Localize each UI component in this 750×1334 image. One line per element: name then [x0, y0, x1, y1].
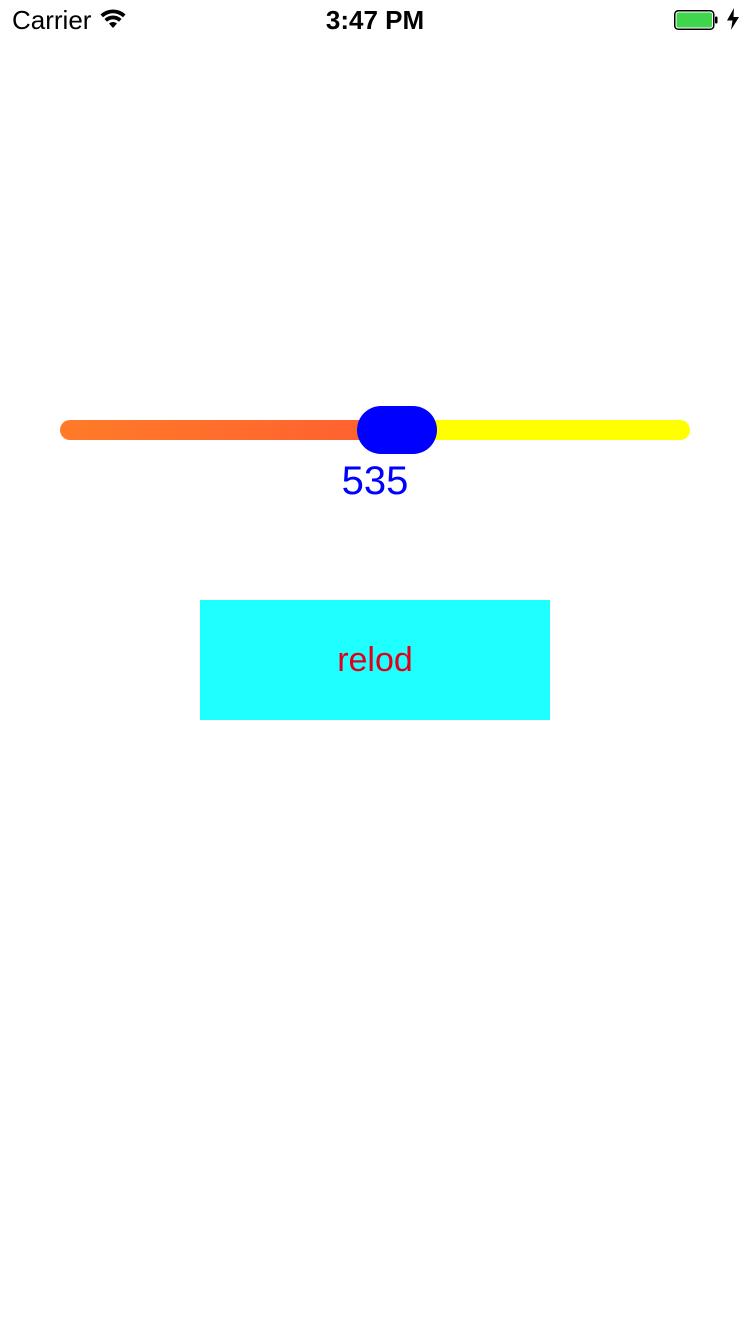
slider-max-track[interactable]	[397, 420, 690, 440]
status-bar: Carrier 3:47 PM	[0, 0, 750, 40]
clock-time: 3:47 PM	[325, 5, 425, 35]
slider-value-label: 535	[341, 459, 409, 503]
reload-button[interactable]: relod	[200, 600, 550, 720]
screen: Carrier 3:47 PM 535 relod	[0, 0, 750, 1334]
battery-charging-icon	[674, 10, 718, 30]
slider-thumb[interactable]	[357, 406, 437, 454]
slider-min-track[interactable]	[60, 420, 397, 440]
charging-bolt-icon	[727, 8, 739, 30]
value-slider[interactable]	[60, 405, 690, 455]
